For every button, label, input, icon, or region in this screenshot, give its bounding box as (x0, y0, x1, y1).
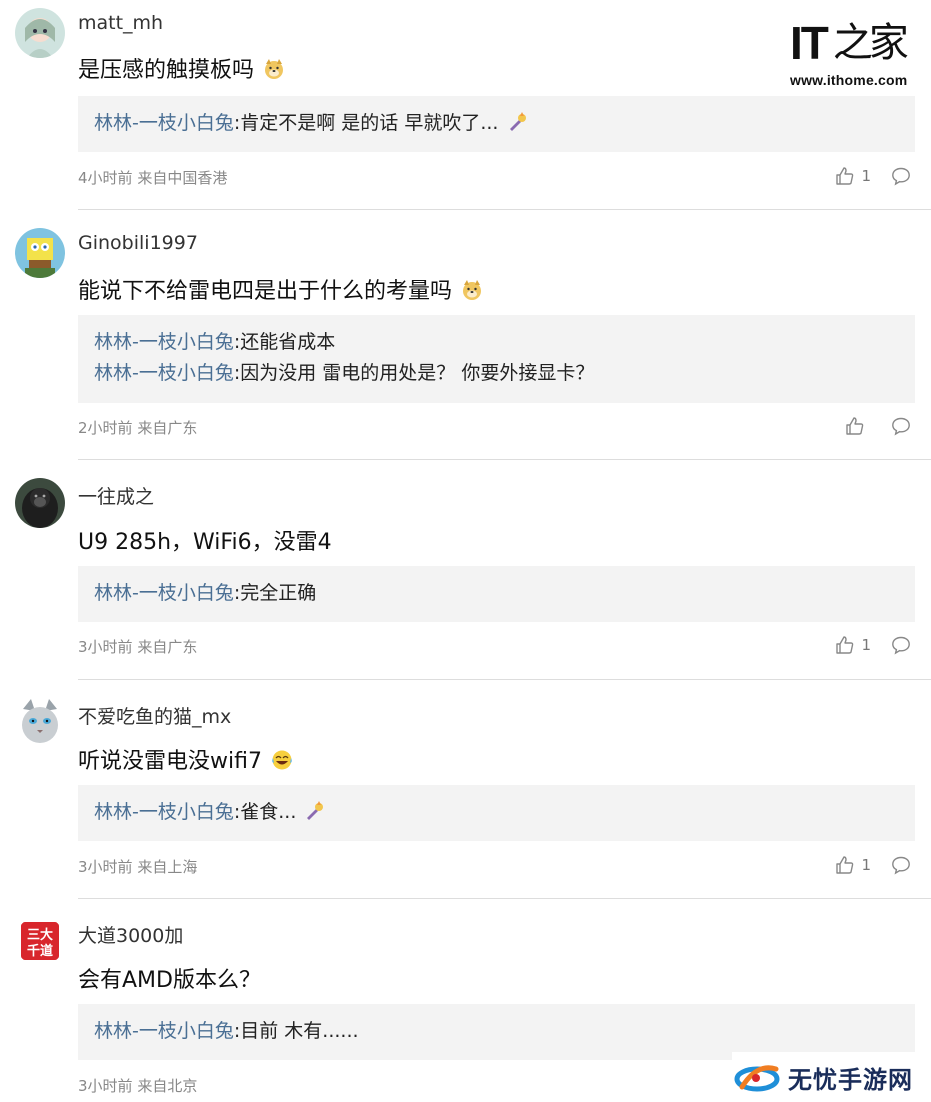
comment-time: 3小时前 (78, 1077, 133, 1095)
thumbs-up-icon (836, 636, 854, 654)
reply-username[interactable]: 林林-一枝小白兔 (94, 362, 234, 384)
reply-text: :雀食... (233, 801, 297, 823)
like-button[interactable]: 1 (835, 635, 871, 655)
logo-mark: IT (790, 17, 829, 69)
avatar-badge-text-2: 千道 (27, 943, 53, 959)
comment-text: 听说没雷电没wifi7 (78, 743, 293, 775)
watermark-brand: 无忧手游网 (732, 1052, 931, 1102)
reply-text: :还能省成本 (233, 331, 336, 353)
like-count: 1 (861, 167, 871, 185)
comment-text: 能说下不给雷电四是出于什么的考量吗 (78, 273, 483, 305)
reply-text: :肯定不是啊 是的话 早就吹了... (233, 112, 499, 134)
comment-actions (845, 416, 911, 436)
reply-username[interactable]: 林林-一枝小白兔 (94, 801, 234, 823)
reply-item: 林林-一枝小白兔:雀食... (94, 797, 899, 828)
comment-location: 来自中国香港 (137, 169, 228, 187)
reply-item: 林林-一枝小白兔:目前 木有...... (94, 1016, 899, 1047)
ithome-logo[interactable]: IT 之家 www.ithome.com (790, 14, 922, 94)
reply-box: 林林-一枝小白兔:肯定不是啊 是的话 早就吹了... (78, 96, 915, 152)
thumbs-up-icon (836, 167, 854, 185)
reply-text: :完全正确 (233, 582, 317, 604)
reply-box: 林林-一枝小白兔:还能省成本 林林-一枝小白兔:因为没用 雷电的用处是？ 你要外… (78, 315, 915, 403)
comment-divider (78, 209, 931, 210)
comment-location: 来自广东 (137, 638, 198, 656)
like-button[interactable]: 1 (835, 166, 871, 186)
reply-username[interactable]: 林林-一枝小白兔 (94, 582, 234, 604)
like-button[interactable]: 1 (835, 855, 871, 875)
comment-text-body: U9 285h，WiFi6，没雷4 (78, 530, 332, 555)
avatar[interactable] (15, 228, 65, 278)
logo-mark-zh: 之家 (832, 20, 909, 66)
comment-text-body: 听说没雷电没wifi7 (78, 749, 262, 774)
comment-meta: 3小时前 来自上海 (78, 856, 197, 877)
comment-actions: 1 (835, 166, 911, 186)
comment-meta: 2小时前 来自广东 (78, 417, 197, 438)
reply-bubble-icon[interactable] (891, 416, 911, 436)
comment-text: U9 285h，WiFi6，没雷4 (78, 524, 332, 556)
avatar[interactable] (15, 8, 65, 58)
reply-item: 林林-一枝小白兔:肯定不是啊 是的话 早就吹了... (94, 108, 899, 139)
doge-emoji-icon (463, 280, 482, 300)
avatar-badge-text: 三大 (27, 927, 53, 943)
reply-item: 林林-一枝小白兔:因为没用 雷电的用处是？ 你要外接显卡？ (94, 358, 899, 389)
like-button[interactable] (845, 416, 871, 436)
thumbs-up-icon (836, 856, 854, 874)
comment-text-body: 是压感的触摸板吗 (78, 58, 255, 83)
reply-username[interactable]: 林林-一枝小白兔 (94, 331, 234, 353)
username[interactable]: 大道3000加 (78, 921, 183, 948)
like-count: 1 (861, 636, 871, 654)
comment-location: 来自上海 (137, 858, 198, 876)
logo-url: www.ithome.com (790, 72, 908, 88)
comment-time: 4小时前 (78, 169, 133, 187)
thumbs-up-icon (846, 417, 864, 435)
comment-text-body: 会有AMD版本么？ (78, 968, 261, 993)
watermark-text: 无忧手游网 (788, 1065, 913, 1094)
comment-meta: 3小时前 来自广东 (78, 636, 197, 657)
username[interactable]: 不爱吃鱼的猫_mx (78, 702, 231, 729)
reply-bubble-icon[interactable] (891, 855, 911, 875)
comment-actions: 1 (835, 855, 911, 875)
comment-actions: 1 (835, 635, 911, 655)
comment-time: 3小时前 (78, 638, 133, 656)
comment-text-body: 能说下不给雷电四是出于什么的考量吗 (78, 279, 453, 304)
comment-time: 2小时前 (78, 419, 133, 437)
comment-text: 会有AMD版本么？ (78, 962, 261, 994)
reply-box: 林林-一枝小白兔:完全正确 (78, 566, 915, 622)
comment-meta: 3小时前 来自北京 (78, 1075, 197, 1096)
reply-text: :目前 木有...... (233, 1020, 359, 1042)
reply-item: 林林-一枝小白兔:完全正确 (94, 578, 899, 609)
username[interactable]: Ginobili1997 (78, 232, 198, 254)
comment-divider (78, 898, 931, 899)
like-count: 1 (861, 856, 871, 874)
reply-bubble-icon[interactable] (891, 166, 911, 186)
comment-location: 来自广东 (137, 419, 198, 437)
reply-item: 林林-一枝小白兔:还能省成本 (94, 327, 899, 358)
swirl-logo-icon (734, 1065, 780, 1092)
comment-location: 来自北京 (137, 1077, 198, 1095)
reply-text: :因为没用 雷电的用处是？ 你要外接显卡？ (233, 362, 595, 384)
avatar[interactable]: 三大 千道 (15, 916, 65, 966)
comment-meta: 4小时前 来自中国香港 (78, 167, 227, 188)
comment-divider (78, 679, 931, 680)
comment-divider (78, 459, 931, 460)
torch-emoji-icon (509, 112, 526, 131)
username[interactable]: 一往成之 (78, 482, 154, 509)
username[interactable]: matt_mh (78, 12, 163, 34)
comment-time: 3小时前 (78, 858, 133, 876)
reply-bubble-icon[interactable] (891, 635, 911, 655)
reply-box: 林林-一枝小白兔:雀食... (78, 785, 915, 841)
comment-text: 是压感的触摸板吗 (78, 52, 285, 84)
reply-username[interactable]: 林林-一枝小白兔 (94, 112, 234, 134)
laugh-cry-emoji-icon (272, 750, 292, 770)
avatar[interactable] (15, 697, 65, 747)
torch-emoji-icon (307, 801, 324, 820)
avatar[interactable] (15, 478, 65, 528)
reply-username[interactable]: 林林-一枝小白兔 (94, 1020, 234, 1042)
doge-emoji-icon (265, 59, 284, 79)
